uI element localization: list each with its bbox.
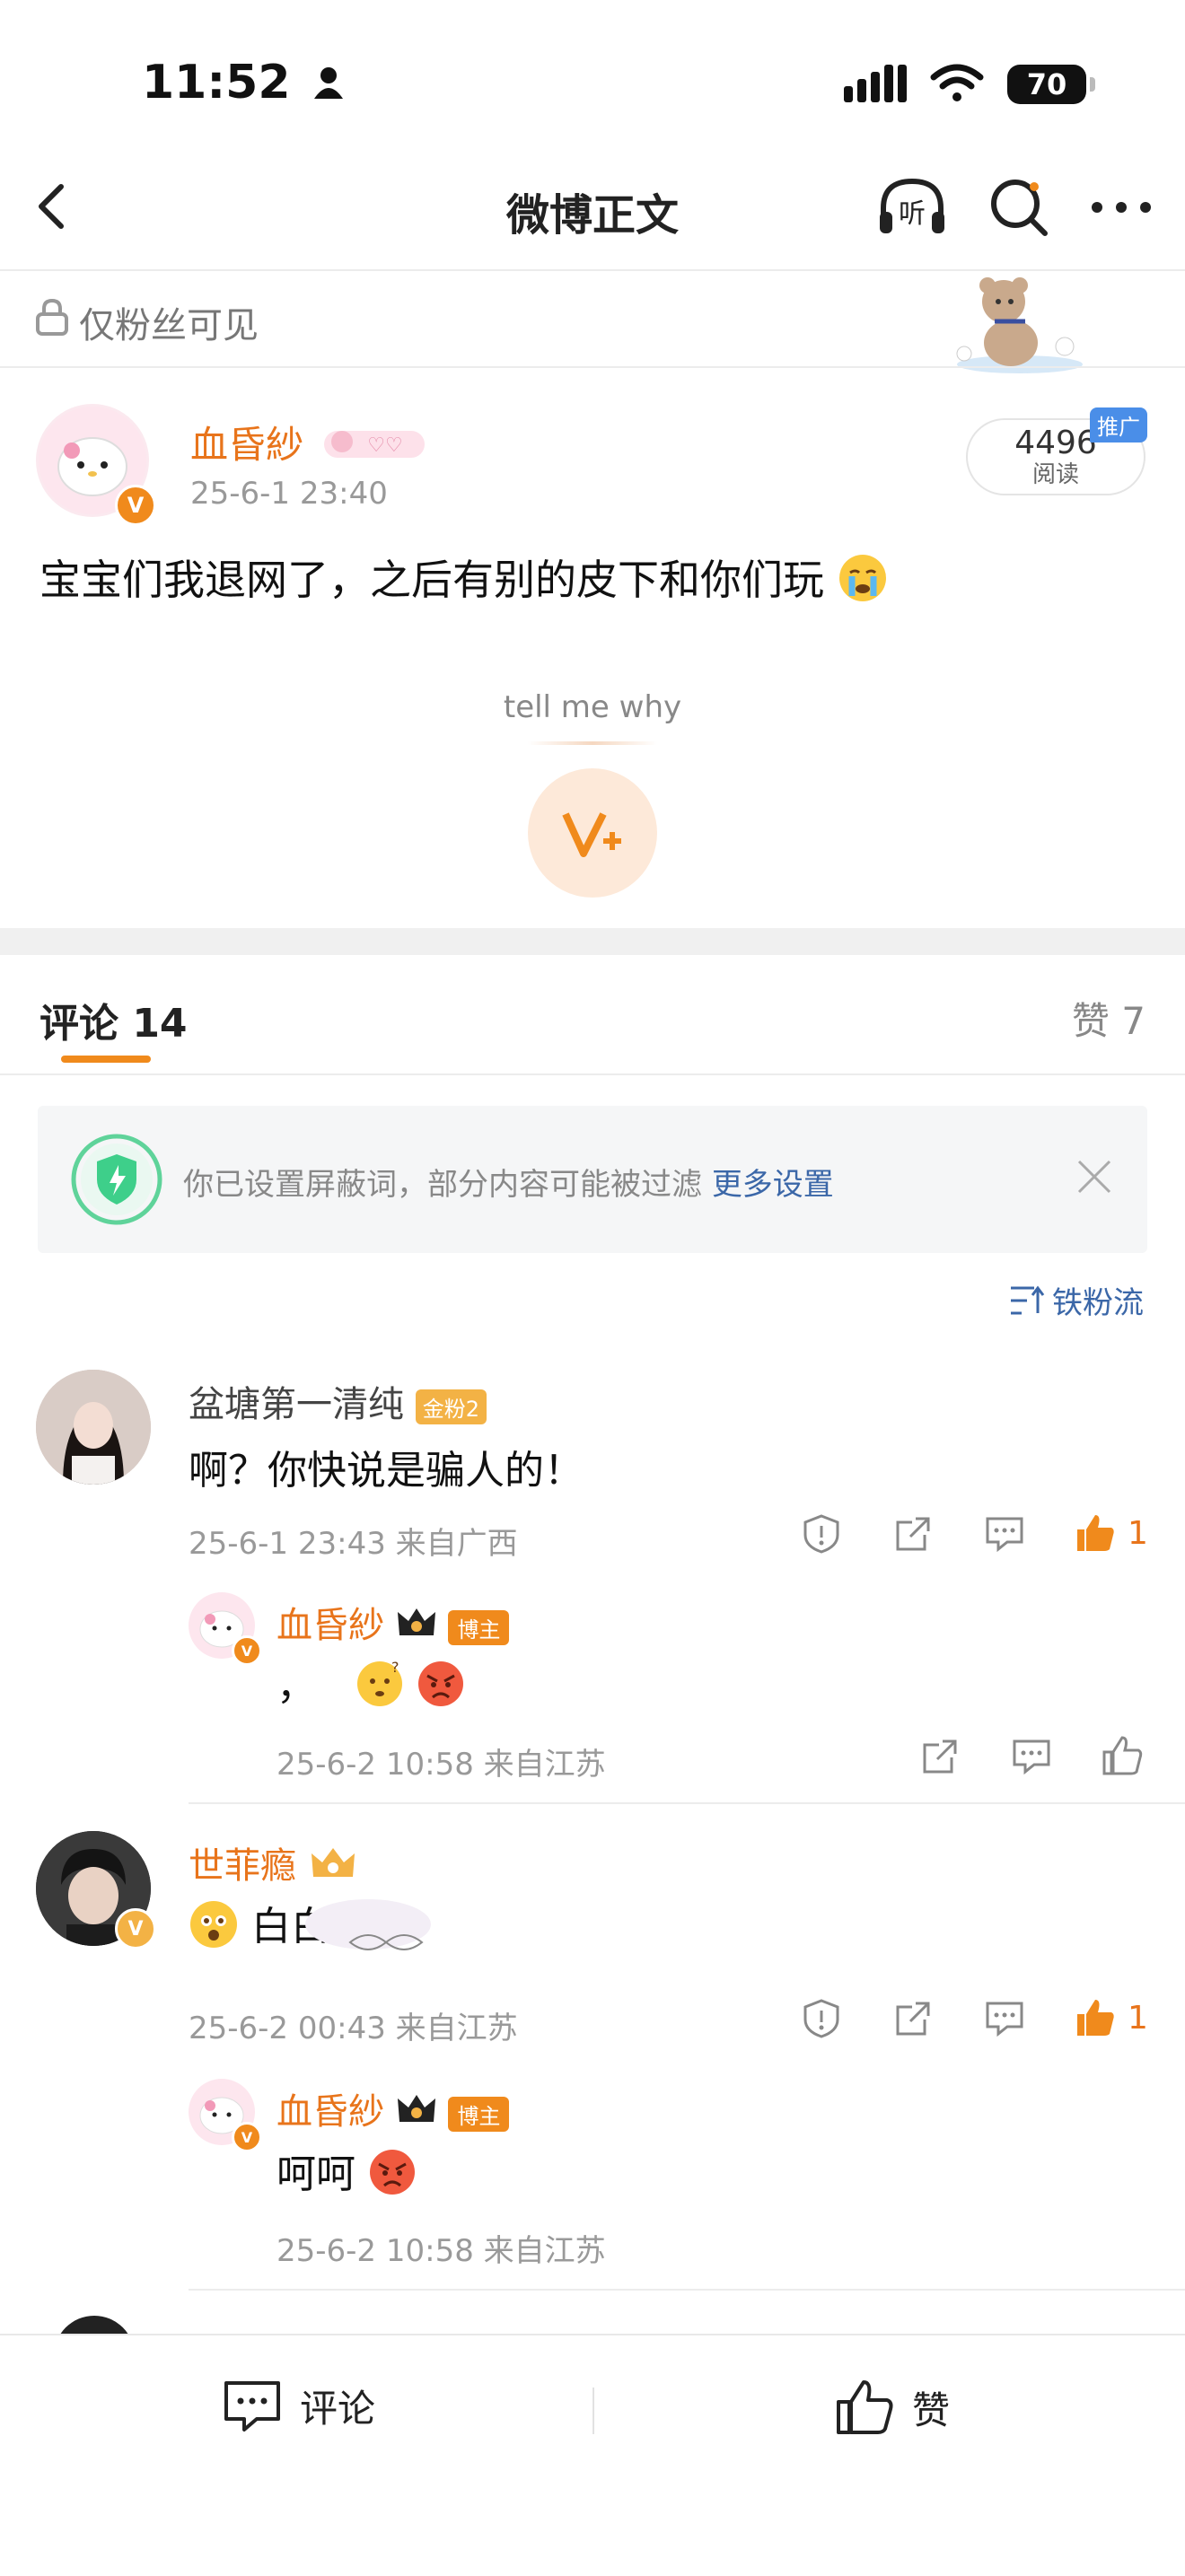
like-count: 1 — [1128, 1999, 1148, 2037]
bow-sticker — [305, 1897, 440, 1973]
reply-text: ， ? — [276, 1653, 465, 1718]
comment-icon — [224, 2380, 280, 2431]
sort-icon — [1011, 1285, 1045, 1314]
svg-text:♡♡: ♡♡ — [368, 434, 403, 457]
share-icon[interactable] — [919, 1736, 961, 1781]
thinking-emoji-icon: ? — [356, 1659, 404, 1718]
angry-emoji-icon — [417, 1660, 465, 1718]
host-badge: 博主 — [448, 2096, 510, 2132]
tab-likes[interactable]: 赞 7 — [1072, 991, 1146, 1046]
post-time: 25-6-1 23:40 — [190, 476, 388, 512]
share-icon[interactable] — [892, 1513, 934, 1558]
tabs-divider — [0, 1073, 1185, 1075]
bottom-like-button[interactable]: 赞 — [835, 2379, 950, 2436]
host-badge: 博主 — [448, 1609, 510, 1645]
sort-iron-fan[interactable]: 铁粉流 — [1009, 1278, 1144, 1322]
fan-level-badge: 金粉2 — [415, 1389, 487, 1424]
comment-author-name[interactable]: 世菲瘾 — [189, 1836, 358, 1891]
bottom-divider — [592, 2388, 594, 2434]
reply-text: 呵呵 — [276, 2142, 417, 2206]
listen-headphones-icon[interactable]: 听 — [876, 176, 948, 242]
share-icon[interactable] — [892, 1998, 934, 2043]
verified-badge: V — [232, 1635, 262, 1666]
thumbs-up-icon — [1077, 1515, 1114, 1551]
battery-indicator: 70 — [1007, 65, 1095, 104]
visibility-divider — [0, 366, 1185, 368]
v-plus-icon — [562, 812, 621, 857]
thumbs-up-icon — [1102, 1736, 1143, 1775]
like-button[interactable]: 1 — [1074, 1511, 1148, 1555]
crown-icon — [396, 1605, 437, 1650]
thumbs-up-icon — [1077, 2000, 1114, 2036]
crown-icon — [396, 2091, 437, 2136]
report-icon[interactable] — [801, 1513, 842, 1558]
commenter-avatar[interactable] — [36, 1370, 151, 1485]
promo-badge[interactable]: 推广 — [1090, 407, 1147, 442]
more-icon[interactable] — [1090, 198, 1153, 220]
report-icon[interactable] — [801, 1998, 842, 2043]
svg-text:?: ? — [391, 1660, 399, 1676]
reply-meta: 25-6-2 10:58 来自江苏 — [276, 1747, 606, 1783]
verified-badge: V — [115, 485, 156, 526]
search-icon[interactable] — [988, 176, 1050, 242]
reply-comment-icon[interactable] — [1011, 1738, 1052, 1779]
read-label: 阅读 — [1031, 461, 1079, 488]
lock-icon — [34, 298, 70, 346]
notice-close-button[interactable] — [1075, 1156, 1113, 1206]
cute-emoji-icon — [189, 1899, 239, 1959]
person-icon — [312, 58, 345, 112]
more-settings-link[interactable]: 更多设置 — [712, 1167, 834, 1203]
comment-text: 啊？你快说是骗人的！ — [189, 1448, 584, 1494]
svg-text:听: 听 — [899, 198, 926, 230]
signal-icon — [844, 63, 907, 106]
reply-meta: 25-6-2 10:58 来自江苏 — [276, 2233, 606, 2269]
reaction-divider — [528, 741, 657, 745]
like-button[interactable]: 1 — [1074, 1996, 1148, 2039]
nav-actions: 听 — [876, 176, 1153, 242]
wifi-icon — [930, 63, 984, 106]
tab-comments[interactable]: 评论 14 — [40, 991, 188, 1048]
reply-author-name[interactable]: 血昏紗 博主 — [276, 2082, 510, 2136]
angry-emoji-icon — [368, 2148, 417, 2206]
bottom-action-bar — [0, 2334, 1185, 2576]
reaction-prompt: tell me why — [503, 689, 682, 725]
post-text: 宝宝们我退网了，之后有别的皮下和你们玩 — [40, 548, 888, 613]
thumbs-up-icon — [837, 2380, 893, 2434]
status-icons: 70 — [844, 63, 1095, 106]
like-count: 1 — [1128, 1514, 1148, 1552]
status-time: 11:52 — [142, 56, 345, 112]
reply-author-name[interactable]: 血昏紗 博主 — [276, 1596, 510, 1650]
tab-underline — [61, 1056, 151, 1063]
v-plus-button[interactable] — [528, 768, 657, 898]
like-button[interactable] — [1101, 1734, 1144, 1781]
close-icon — [1077, 1160, 1111, 1194]
comment-meta: 25-6-2 00:43 来自江苏 — [189, 2011, 518, 2046]
crown-icon — [308, 1844, 358, 1891]
comment-author-name[interactable]: 盆塘第一清纯 金粉2 — [189, 1375, 487, 1427]
nav-divider — [0, 269, 1185, 271]
reply-comment-icon[interactable] — [984, 2000, 1025, 2041]
comment-divider — [189, 2289, 1185, 2291]
filter-notice-text: 你已设置屏蔽词，部分内容可能被过滤 更多设置 — [183, 1167, 834, 1203]
reply-comment-icon[interactable] — [984, 1515, 1025, 1556]
comment-divider — [189, 1802, 1185, 1804]
visibility-label: 仅粉丝可见 — [34, 296, 259, 348]
section-gap — [0, 928, 1185, 955]
shield-icon — [70, 1133, 163, 1230]
verified-badge: V — [232, 2122, 262, 2152]
pink-decoration-badge: ♡♡ — [322, 425, 426, 470]
bottom-comment-button[interactable]: 评论 — [223, 2379, 375, 2433]
verified-badge: V — [115, 1908, 156, 1950]
crying-emoji-icon — [838, 553, 888, 613]
comment-meta: 25-6-1 23:43 来自广西 — [189, 1526, 518, 1562]
bear-sticker — [948, 275, 1092, 375]
post-author-name[interactable]: 血昏紗 ♡♡ — [190, 415, 426, 470]
